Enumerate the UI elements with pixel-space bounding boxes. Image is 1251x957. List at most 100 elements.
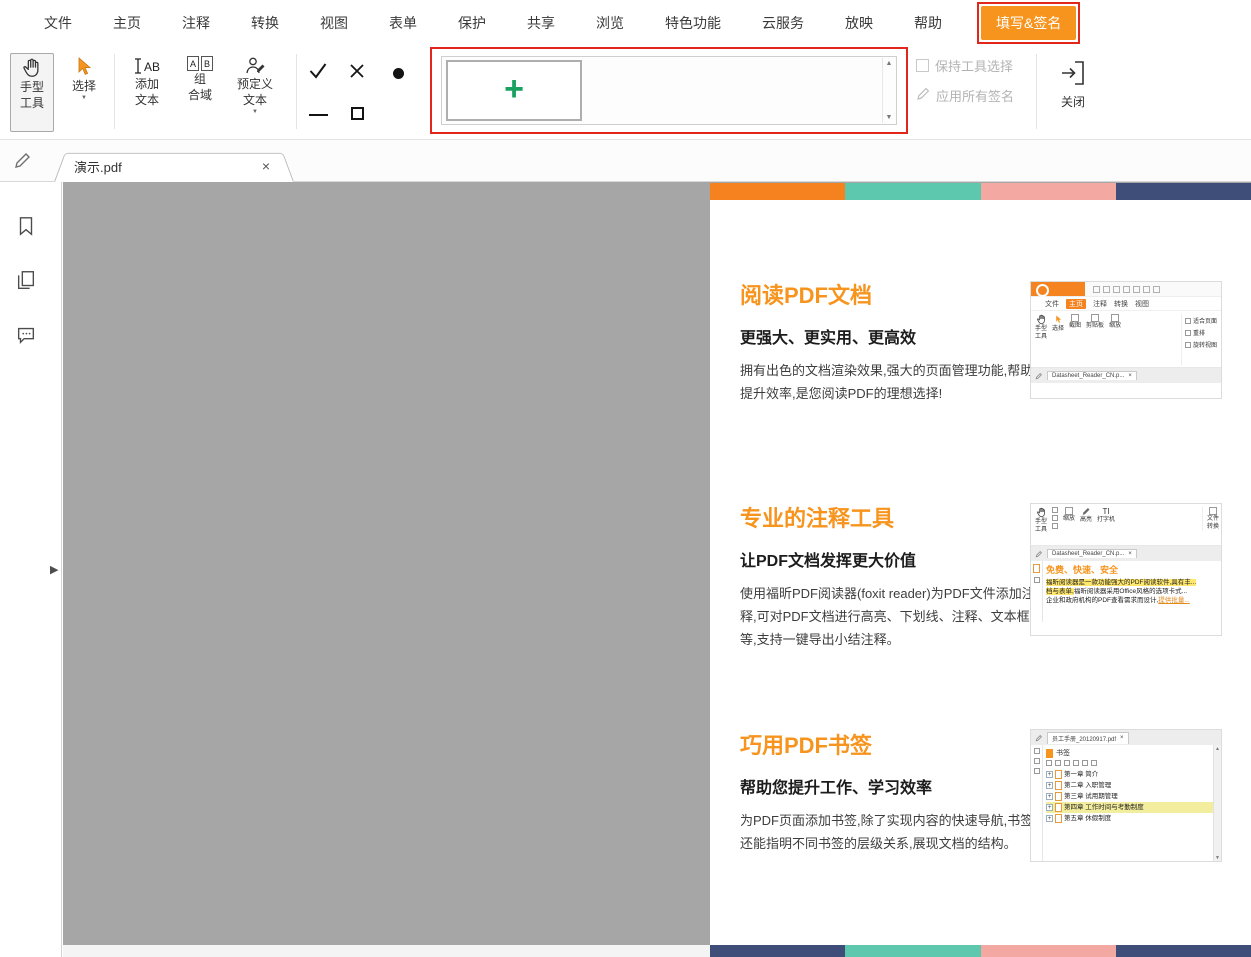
apply-all-signatures-button[interactable]: 应用所有签名 <box>916 86 1014 105</box>
menu-tab-cloud[interactable]: 云服务 <box>762 13 804 33</box>
tree-item: +第二章 入职管理 <box>1046 780 1213 791</box>
menu-tab-help[interactable]: 帮助 <box>914 13 942 33</box>
close-fill-sign-button[interactable]: 关闭 <box>1046 55 1100 131</box>
predefined-text-button[interactable]: 预定义 文本 ▼ <box>228 53 282 132</box>
select-tool-button[interactable]: 选择 ▼ <box>62 53 106 132</box>
thumb-headline: 免费、快速、安全 <box>1046 563 1219 576</box>
thumb-menu-file: 文件 <box>1045 299 1059 309</box>
thumb-hand-tool: 手型工具 <box>1035 314 1047 365</box>
thumb-sidebar <box>1031 745 1043 862</box>
annotation-pencil-icon[interactable] <box>13 150 33 175</box>
line-stamp-button[interactable] <box>303 100 333 130</box>
section-heading: 专业的注释工具 <box>740 501 1038 533</box>
add-text-button[interactable]: AB 添加 文本 <box>122 53 172 132</box>
combine-field-label-2: 合域 <box>188 88 212 103</box>
menu-tab-comment[interactable]: 注释 <box>182 13 210 33</box>
thumb-scrollbar: ▲▼ <box>1213 745 1221 862</box>
select-cursor-icon <box>74 56 94 78</box>
hand-tool-label-2: 工具 <box>20 96 44 111</box>
comments-panel-button[interactable] <box>13 322 39 348</box>
foxit-logo <box>1031 282 1085 296</box>
menu-tab-featured[interactable]: 特色功能 <box>665 13 721 33</box>
hand-tool-button[interactable]: 手型 工具 <box>10 53 54 132</box>
menu-tab-home[interactable]: 主页 <box>113 13 141 33</box>
thumb-panel-toolbar <box>1046 760 1213 766</box>
checkbox-icon[interactable] <box>916 59 929 72</box>
thumb-text-area: 免费、快速、安全 福昕阅读器是一款功能强大的PDF阅读软件,具有丰... 档与表… <box>1043 561 1221 622</box>
thumb-zoom-tool: 缩放 <box>1109 314 1121 365</box>
section-subtitle: 更强大、更实用、更高效 <box>740 324 1038 348</box>
fill-sign-ribbon: 手型 工具 选择 ▼ AB 添加 文本 AB 组 <box>0 46 1251 140</box>
section-comment-tools: 专业的注释工具 让PDF文档发挥更大价值 使用福昕PDF阅读器(foxit re… <box>740 501 1038 651</box>
thumb-menubar: 文件 主页 注释 转换 视图 <box>1031 297 1221 311</box>
predefined-text-label-2: 文本 <box>243 93 267 108</box>
page-top-stripe <box>710 183 1251 200</box>
pen-icon <box>916 87 930 104</box>
check-icon <box>308 62 328 85</box>
tab-close-icon[interactable]: × <box>262 158 270 174</box>
thumb-select-tool: 选择 <box>1052 314 1064 365</box>
menu-tab-fill-sign[interactable]: 填写&签名 <box>981 6 1076 40</box>
menu-tab-protect[interactable]: 保护 <box>458 13 486 33</box>
combine-field-icon: AB <box>186 56 214 71</box>
hand-tool-label-1: 手型 <box>20 80 44 95</box>
scroll-up-button[interactable]: ▲ <box>886 60 893 67</box>
scroll-down-button[interactable]: ▼ <box>886 114 893 121</box>
ribbon-divider <box>296 54 297 129</box>
section-body: 使用福昕PDF阅读器(foxit reader)为PDF文件添加注释,可对PDF… <box>740 582 1038 651</box>
thumb-clipboard-tool: 剪贴板 <box>1086 314 1104 365</box>
section-heading: 巧用PDF书签 <box>740 728 1038 760</box>
cross-stamp-button[interactable] <box>342 58 372 88</box>
thumb-titlebar-icons <box>1085 282 1160 296</box>
tree-item-selected: +第四章 工作时间与考勤制度 <box>1046 802 1213 813</box>
sidebar-expand-arrow[interactable]: ▶ <box>50 563 58 576</box>
thumb-tool-stack <box>1052 507 1058 529</box>
thumb-document-tab: 员工手册_20120917.pdf× <box>1047 732 1129 744</box>
rectangle-stamp-button[interactable] <box>342 98 372 128</box>
check-stamp-button[interactable] <box>303 58 333 88</box>
thumb-tab-bar: Datasheet_Reader_CN.p...× <box>1031 368 1221 383</box>
thumb-hand-tool: 手型工具 <box>1035 507 1047 534</box>
keep-tool-selected-option[interactable]: 保持工具选择 <box>916 56 1013 75</box>
dot-icon <box>393 68 404 79</box>
menu-tab-view[interactable]: 视图 <box>320 13 348 33</box>
predefined-text-label-1: 预定义 <box>237 77 273 92</box>
select-dropdown-icon[interactable]: ▼ <box>81 95 87 101</box>
thumb-menu-home: 主页 <box>1066 299 1086 309</box>
thumb-bookmark-tree: +第一章 简介 +第二章 入职管理 +第三章 试用期管理 +第四章 工作时间与考… <box>1046 769 1213 824</box>
predefined-dropdown-icon[interactable]: ▼ <box>252 109 258 115</box>
menu-tab-share[interactable]: 共享 <box>527 13 555 33</box>
section-read-pdf: 阅读PDF文档 更强大、更实用、更高效 拥有出色的文档渲染效果,强大的页面管理功… <box>740 278 1038 405</box>
menu-tab-form[interactable]: 表单 <box>389 13 417 33</box>
line-icon <box>309 114 328 116</box>
dot-stamp-button[interactable] <box>383 58 413 88</box>
thumb-bookmark-icon <box>1046 749 1053 758</box>
cross-icon <box>349 63 365 84</box>
close-label: 关闭 <box>1061 95 1085 110</box>
menu-tab-convert[interactable]: 转换 <box>251 13 279 33</box>
thumb-typewriter-tool: TI 打字机 <box>1097 507 1115 524</box>
hand-icon <box>21 57 43 79</box>
menu-tab-slideshow[interactable]: 放映 <box>845 13 873 33</box>
menu-tab-file[interactable]: 文件 <box>44 13 72 33</box>
document-tab[interactable]: 演示.pdf × <box>54 150 294 182</box>
thumb-pencil-icon <box>1035 550 1043 558</box>
create-signature-button[interactable]: + <box>446 60 582 121</box>
tree-item: +第五章 休假制度 <box>1046 813 1213 824</box>
section-bookmarks: 巧用PDF书签 帮助您提升工作、学习效率 为PDF页面添加书签,除了实现内容的快… <box>740 728 1038 855</box>
pdf-page: 阅读PDF文档 更强大、更实用、更高效 拥有出色的文档渲染效果,强大的页面管理功… <box>710 183 1251 957</box>
thumb-pencil-icon <box>1035 734 1043 742</box>
bookmarks-panel-button[interactable] <box>13 213 39 239</box>
plus-icon: + <box>504 72 524 106</box>
document-tab-bar: 演示.pdf × <box>0 140 1251 182</box>
combine-field-button[interactable]: AB 组 合域 <box>176 53 224 132</box>
svg-text:AB: AB <box>144 60 160 74</box>
thumb-document-tab: Datasheet_Reader_CN.p...× <box>1047 371 1137 380</box>
ribbon-divider <box>114 54 115 129</box>
exit-door-icon <box>1059 58 1087 88</box>
add-text-icon: AB <box>131 56 163 76</box>
pages-panel-button[interactable] <box>13 267 39 293</box>
thumb-highlight-tool: 高亮 <box>1080 507 1092 524</box>
menu-tab-browse[interactable]: 浏览 <box>596 13 624 33</box>
section-subtitle: 让PDF文档发挥更大价值 <box>740 547 1038 571</box>
